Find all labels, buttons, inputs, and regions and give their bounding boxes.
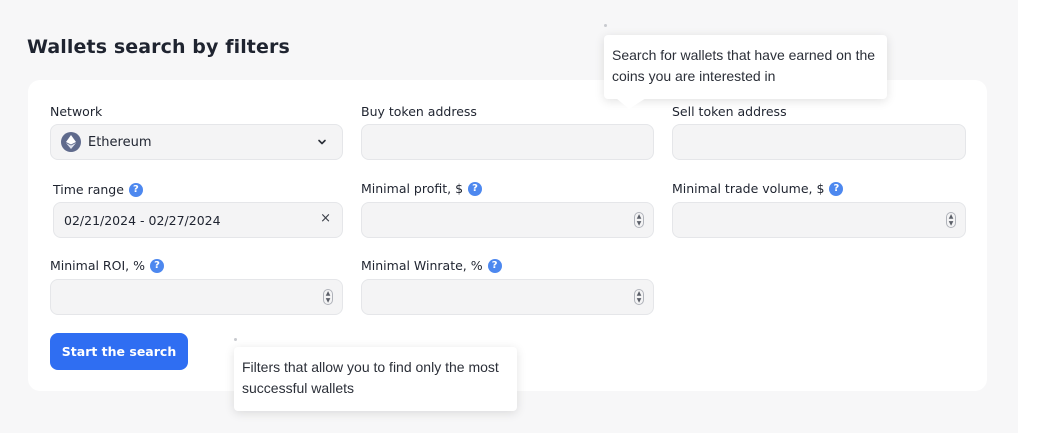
minimal-roi-input[interactable]: ▲ ▼ [50, 279, 343, 315]
minimal-trade-volume-help-icon[interactable]: ? [829, 181, 844, 196]
minimal-trade-volume-label: Minimal trade volume, $ ? [672, 181, 844, 196]
minimal-profit-help-icon[interactable]: ? [468, 181, 483, 196]
time-range-input[interactable]: 02/21/2024 - 02/27/2024 × [53, 202, 343, 238]
token-address-tooltip-text: Search for wallets that have earned on t… [612, 47, 876, 84]
minimal-trade-volume-label-text: Minimal trade volume, $ [672, 181, 825, 196]
number-stepper-icon[interactable]: ▲ ▼ [946, 212, 956, 228]
filters-tooltip: Filters that allow you to find only the … [234, 347, 517, 411]
minimal-winrate-help-icon[interactable]: ? [487, 258, 502, 273]
chevron-down-icon [318, 139, 326, 145]
tooltip-arrow-icon [616, 98, 646, 109]
number-stepper-icon[interactable]: ▲ ▼ [634, 212, 644, 228]
minimal-winrate-input[interactable]: ▲ ▼ [361, 279, 654, 315]
minimal-roi-label: Minimal ROI, % ? [50, 258, 164, 273]
sell-token-label: Sell token address [672, 104, 787, 119]
sell-token-label-text: Sell token address [672, 104, 787, 119]
minimal-profit-label-text: Minimal profit, $ [361, 181, 464, 196]
network-label-text: Network [50, 104, 103, 119]
ethereum-icon [61, 132, 81, 152]
start-search-button[interactable]: Start the search [50, 333, 188, 370]
number-stepper-icon[interactable]: ▲ ▼ [323, 289, 333, 305]
time-range-label-text: Time range [53, 182, 124, 197]
minimal-profit-input[interactable]: ▲ ▼ [361, 202, 654, 238]
token-address-tooltip: Search for wallets that have earned on t… [604, 35, 887, 99]
network-select[interactable]: Ethereum [50, 124, 343, 160]
time-range-value: 02/21/2024 - 02/27/2024 [64, 213, 221, 228]
filters-tooltip-text: Filters that allow you to find only the … [242, 359, 499, 396]
minimal-trade-volume-input[interactable]: ▲ ▼ [672, 202, 966, 238]
sell-token-input[interactable] [672, 124, 966, 160]
buy-token-label: Buy token address [361, 104, 477, 119]
minimal-roi-help-icon[interactable]: ? [149, 258, 164, 273]
tooltip-anchor-dot [234, 338, 237, 341]
minimal-winrate-label-text: Minimal Winrate, % [361, 258, 483, 273]
network-label: Network [50, 104, 102, 119]
network-value: Ethereum [88, 135, 152, 150]
clear-icon[interactable]: × [320, 211, 331, 226]
buy-token-label-text: Buy token address [361, 104, 477, 119]
page-title: Wallets search by filters [27, 36, 290, 58]
tooltip-anchor-dot [604, 24, 607, 27]
time-range-help-icon[interactable]: ? [128, 182, 143, 197]
minimal-profit-label: Minimal profit, $ ? [361, 181, 483, 196]
minimal-winrate-label: Minimal Winrate, % ? [361, 258, 502, 273]
minimal-roi-label-text: Minimal ROI, % [50, 258, 145, 273]
buy-token-input[interactable] [361, 124, 654, 160]
time-range-label: Time range ? [53, 182, 143, 197]
number-stepper-icon[interactable]: ▲ ▼ [634, 289, 644, 305]
